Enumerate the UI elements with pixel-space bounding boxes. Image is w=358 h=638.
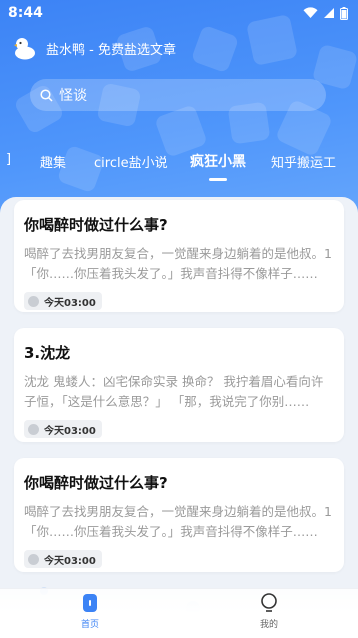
clock-icon (28, 423, 39, 435)
active-tab-indicator (209, 178, 227, 181)
article-title: 3.沈龙 (24, 344, 71, 362)
status-time: 8:44 (8, 5, 43, 21)
clock-icon (28, 295, 39, 307)
article-card[interactable]: 你喝醉时做过什么事? 喝醉了去找男朋友复合，一觉醒来身边躺着的是他叔。1「你……… (14, 200, 344, 312)
nav-home-label: 首页 (80, 620, 99, 630)
tab-quji[interactable]: 趣集 (40, 152, 66, 171)
bottom-nav: 首页 我的 (0, 588, 358, 638)
nav-mine[interactable]: 我的 (239, 593, 299, 630)
article-card[interactable]: 你喝醉时做过什么事? 喝醉了去找男朋友复合，一觉醒来身边躺着的是他叔。1「你……… (14, 458, 344, 572)
article-title: 你喝醉时做过什么事? (24, 474, 168, 492)
decor-tile (190, 24, 240, 74)
tab-fengkuang[interactable]: 疯狂小黑 (190, 151, 246, 171)
publish-time: 今天03:00 (44, 297, 96, 309)
article-snippet: 喝醉了去找男朋友复合，一觉醒来身边躺着的是他叔。1「你……你压着我头发了。」我声… (24, 246, 332, 281)
publish-time-badge: 今天03:00 (24, 420, 102, 438)
article-snippet: 喝醉了去找男朋友复合，一觉醒来身边躺着的是他叔。1「你……你压着我头发了。」我声… (24, 504, 332, 539)
nav-home[interactable]: 首页 (60, 593, 120, 630)
article-title: 你喝醉时做过什么事? (24, 216, 168, 234)
wifi-icon (303, 7, 318, 18)
duck-logo-icon (14, 38, 35, 60)
signal-icon (324, 8, 334, 18)
battery-icon (340, 6, 348, 20)
lightbulb-icon (261, 593, 277, 612)
publish-time: 今天03:00 (44, 425, 96, 437)
status-icons (303, 6, 348, 20)
home-icon (83, 594, 97, 612)
publish-time-badge: 今天03:00 (24, 550, 102, 568)
clock-icon (28, 553, 39, 565)
status-bar: 8:44 (0, 0, 358, 26)
publish-time-badge: 今天03:00 (24, 292, 102, 310)
nav-mine-label: 我的 (259, 620, 278, 630)
publish-time: 今天03:00 (44, 555, 96, 567)
article-card[interactable]: 3.沈龙 沈龙 鬼蝼人：凶宅保命实录 换命？ 我拧着眉心看向许子恒，「这是什么意… (14, 328, 344, 442)
article-snippet: 沈龙 鬼蝼人：凶宅保命实录 换命？ 我拧着眉心看向许子恒，「这是什么意思？」 「… (24, 374, 324, 409)
tab-zhihu[interactable]: 知乎搬运工 (271, 152, 336, 171)
tab-partial[interactable]: ] (6, 152, 11, 167)
search-input[interactable]: 怪谈 (30, 79, 326, 111)
app-title: 盐水鸭 - 免费盐选文章 (46, 42, 176, 58)
tab-circle[interactable]: circle盐小说 (94, 152, 168, 171)
category-tabs: ] 趣集 circle盐小说 疯狂小黑 知乎搬运工 (0, 148, 358, 182)
search-icon (40, 88, 53, 102)
search-placeholder: 怪谈 (59, 88, 87, 104)
app-header: 盐水鸭 - 免费盐选文章 (12, 34, 176, 62)
